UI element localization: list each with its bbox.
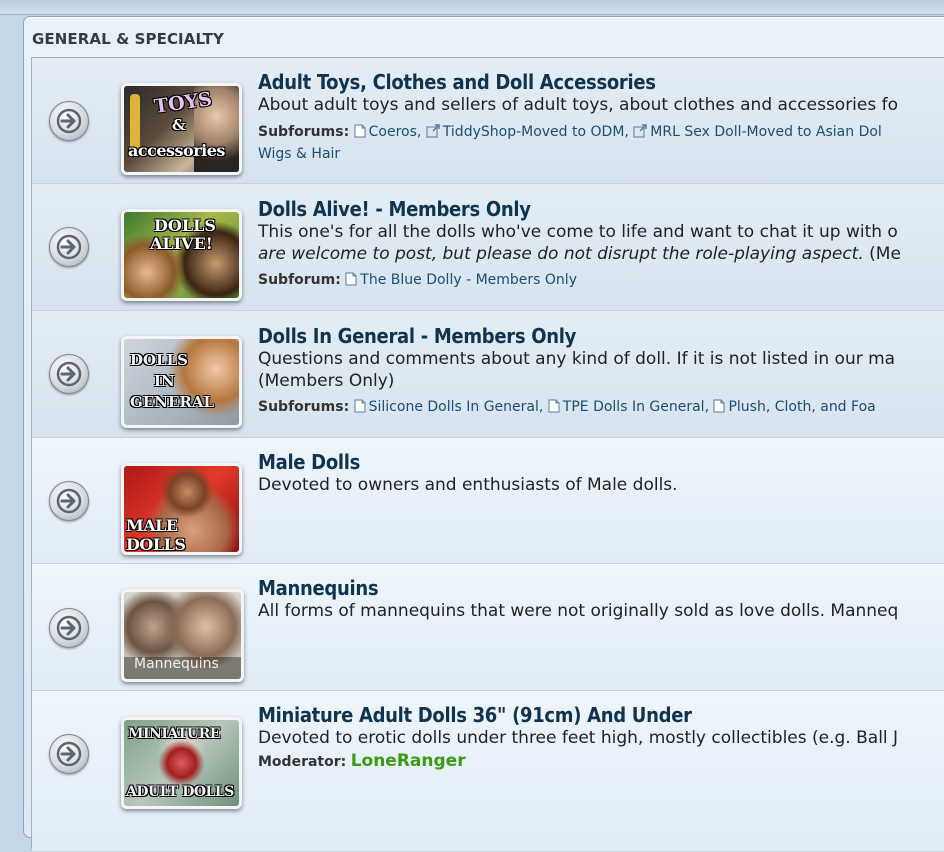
thumb-label: & (172, 116, 186, 134)
forum-thumbnail-male-dolls[interactable]: MALE DOLLS (121, 463, 242, 555)
forum-thumbnail-miniature[interactable]: MINIATURE ADULT DOLLS (121, 717, 242, 809)
forum-row-male-dolls: MALE DOLLS Male Dolls Devoted to owners … (32, 438, 944, 564)
forum-thumbnail-mannequins[interactable]: Mannequins (121, 589, 244, 682)
thumb-label: MINIATURE (128, 726, 220, 742)
forum-description-line2: are welcome to post, but please do not d… (258, 243, 901, 265)
subforum-link-plush[interactable]: Plush, Cloth, and Foa (728, 399, 875, 415)
thumb-label: IN (154, 372, 175, 390)
subforum-link-coeros[interactable]: Coeros, (369, 124, 422, 140)
thumb-label: Mannequins (134, 656, 219, 672)
thumb-label: ADULT DOLLS (126, 784, 234, 800)
forum-row-mannequins: Mannequins Mannequins All forms of manne… (32, 564, 944, 691)
forum-row-miniature: MINIATURE ADULT DOLLS Miniature Adult Do… (32, 691, 944, 852)
subforum-link-silicone[interactable]: Silicone Dolls In General, (369, 399, 544, 415)
go-arrow-icon[interactable] (49, 227, 89, 267)
forum-thumbnail-dolls-general[interactable]: DOLLS IN GENERAL (121, 336, 242, 428)
forum-thumbnail-toys[interactable]: TOYS & accessories (121, 83, 242, 175)
forum-title-link[interactable]: Mannequins (258, 576, 379, 600)
forum-description-line2: (Members Only) (258, 371, 395, 391)
thumb-label: GENERAL (130, 393, 215, 411)
thumb-label: DOLLS (130, 351, 189, 369)
moderator-label: Moderator: (258, 754, 347, 770)
document-icon (548, 398, 560, 420)
document-icon (354, 123, 366, 145)
subforum-list: Subforums: Coeros, TiddyShop-Moved to OD… (258, 121, 882, 145)
forum-category-panel: GENERAL & SPECIALTY TOYS & accessories A… (23, 16, 944, 852)
subforum-list-line2: Wigs & Hair (258, 143, 340, 165)
forum-title-link[interactable]: Dolls In General - Members Only (258, 324, 576, 348)
subforums-label: Subforums: (258, 124, 350, 140)
subforum-link-tpe[interactable]: TPE Dolls In General, (563, 399, 709, 415)
go-arrow-icon[interactable] (49, 734, 89, 774)
go-arrow-icon[interactable] (49, 354, 89, 394)
subforum-link-blue-dolly[interactable]: The Blue Dolly - Members Only (360, 272, 577, 288)
moderator-link[interactable]: LoneRanger (351, 751, 466, 771)
thumb-label: ALIVE! (150, 234, 213, 253)
document-icon (713, 398, 725, 420)
subforum-link-tiddyshop[interactable]: TiddyShop-Moved to ODM, (443, 124, 629, 140)
external-link-icon (633, 123, 648, 145)
forum-description: Devoted to erotic dolls under three feet… (258, 728, 899, 748)
description-tail: (Me (863, 244, 901, 264)
subforum-link-wigs[interactable]: Wigs & Hair (258, 146, 340, 162)
forum-row-adult-toys: TOYS & accessories Adult Toys, Clothes a… (32, 58, 944, 184)
forum-list: TOYS & accessories Adult Toys, Clothes a… (31, 57, 944, 852)
forum-description: Devoted to owners and enthusiasts of Mal… (258, 475, 678, 495)
forum-title-link[interactable]: Adult Toys, Clothes and Doll Accessories (258, 70, 656, 94)
forum-title-link[interactable]: Miniature Adult Dolls 36" (91cm) And Und… (258, 703, 692, 727)
category-title: GENERAL & SPECIALTY (32, 30, 224, 48)
forum-thumbnail-dolls-alive[interactable]: DOLLS ALIVE! (121, 209, 242, 301)
document-icon (354, 398, 366, 420)
forum-description: All forms of mannequins that were not or… (258, 601, 899, 621)
subforums-label: Subforum: (258, 272, 341, 288)
thumb-label: accessories (128, 141, 225, 160)
description-italic: are welcome to post, but please do not d… (258, 244, 864, 264)
external-link-icon (426, 123, 440, 145)
go-arrow-icon[interactable] (49, 608, 89, 648)
forum-title-link[interactable]: Dolls Alive! - Members Only (258, 197, 531, 221)
forum-row-dolls-alive: DOLLS ALIVE! Dolls Alive! - Members Only… (32, 184, 944, 311)
thumb-label: DOLLS (154, 216, 216, 235)
subforum-list: Subforum: The Blue Dolly - Members Only (258, 269, 577, 293)
thumb-label: MALE DOLLS (126, 516, 186, 554)
top-bar (0, 0, 944, 15)
forum-description: This one's for all the dolls who've come… (258, 222, 898, 242)
subforum-link-mrl[interactable]: MRL Sex Doll-Moved to Asian Dol (650, 124, 882, 140)
go-arrow-icon[interactable] (49, 101, 89, 141)
go-arrow-icon[interactable] (49, 481, 89, 521)
forum-description: Questions and comments about any kind of… (258, 349, 896, 369)
forum-description: About adult toys and sellers of adult to… (258, 95, 899, 115)
subforums-label: Subforums: (258, 399, 350, 415)
forum-row-dolls-in-general: DOLLS IN GENERAL Dolls In General - Memb… (32, 311, 944, 438)
forum-title-link[interactable]: Male Dolls (258, 450, 360, 474)
moderator-line: Moderator: LoneRanger (258, 750, 466, 773)
document-icon (345, 271, 357, 293)
subforum-list: Subforums: Silicone Dolls In General, TP… (258, 396, 876, 420)
